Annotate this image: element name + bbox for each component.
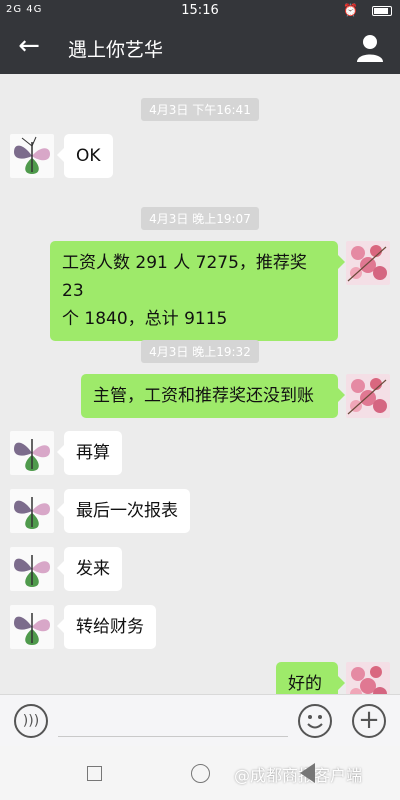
- chat-header: ← 遇上你艺华: [0, 22, 400, 74]
- status-bar: 2G 4G 15:16 ⏰: [0, 0, 400, 22]
- contact-avatar[interactable]: [10, 605, 54, 649]
- message-input[interactable]: [58, 705, 288, 737]
- contact-avatar[interactable]: [10, 431, 54, 475]
- message-line: 工资人数 291 人 7275，推荐奖 23: [62, 253, 307, 301]
- timestamp: 4月3日 晚上19:32: [0, 340, 400, 363]
- butterfly-avatar-icon: [14, 555, 50, 587]
- message-bubble[interactable]: OK: [57, 134, 113, 178]
- blossom-avatar-icon: [347, 378, 387, 415]
- blossom-avatar-icon: [347, 245, 387, 282]
- arrow-left-icon: ←: [18, 31, 40, 61]
- message-bubble[interactable]: 工资人数 291 人 7275，推荐奖 23 个 1840，总计 9115: [50, 241, 345, 341]
- butterfly-avatar-icon: [14, 439, 50, 471]
- chat-area[interactable]: 4月3日 下午16:41 OK 4月3日 晚上19:07 工资人数 291 人 …: [0, 74, 400, 694]
- system-nav-bar: @成都商报客户端: [0, 746, 400, 800]
- message-bubble[interactable]: 主管，工资和推荐奖还没到账: [81, 374, 345, 418]
- home-button[interactable]: [191, 764, 210, 783]
- message-bubble[interactable]: 发来: [57, 547, 122, 591]
- blossom-avatar-icon: [350, 666, 387, 694]
- voice-icon: ))): [22, 713, 40, 729]
- message-bubble[interactable]: 好的: [276, 662, 345, 694]
- message-bubble[interactable]: 再算: [57, 431, 122, 475]
- smiley-icon: [307, 715, 323, 729]
- self-avatar[interactable]: [346, 662, 390, 694]
- input-bar: ))) +: [0, 694, 400, 746]
- timestamp: 4月3日 下午16:41: [0, 98, 400, 121]
- person-icon: [357, 35, 383, 62]
- butterfly-avatar-icon: [14, 136, 50, 174]
- more-button[interactable]: +: [352, 704, 386, 738]
- contact-avatar[interactable]: [10, 547, 54, 591]
- contact-avatar[interactable]: [10, 134, 54, 178]
- watermark: @成都商报客户端: [234, 766, 363, 785]
- contact-avatar[interactable]: [10, 489, 54, 533]
- chat-title: 遇上你艺华: [68, 39, 164, 61]
- alarm-icon: ⏰: [343, 3, 359, 17]
- message-line: 个 1840，总计 9115: [62, 309, 228, 329]
- profile-button[interactable]: [356, 33, 384, 63]
- butterfly-avatar-icon: [14, 497, 50, 529]
- system-back-button[interactable]: [300, 763, 315, 783]
- self-avatar[interactable]: [346, 241, 390, 285]
- timestamp: 4月3日 晚上19:07: [0, 207, 400, 230]
- emoji-button[interactable]: [298, 704, 332, 738]
- message-bubble[interactable]: 最后一次报表: [57, 489, 190, 533]
- back-button[interactable]: ←: [14, 32, 44, 62]
- recent-apps-button[interactable]: [87, 766, 102, 781]
- plus-icon: +: [358, 705, 380, 735]
- battery-icon: [372, 5, 392, 16]
- status-icons: ⏰: [343, 3, 392, 17]
- message-bubble[interactable]: 转给财务: [57, 605, 156, 649]
- voice-button[interactable]: ))): [14, 704, 48, 738]
- self-avatar[interactable]: [346, 374, 390, 418]
- butterfly-avatar-icon: [14, 613, 50, 645]
- status-time: 15:16: [181, 3, 219, 18]
